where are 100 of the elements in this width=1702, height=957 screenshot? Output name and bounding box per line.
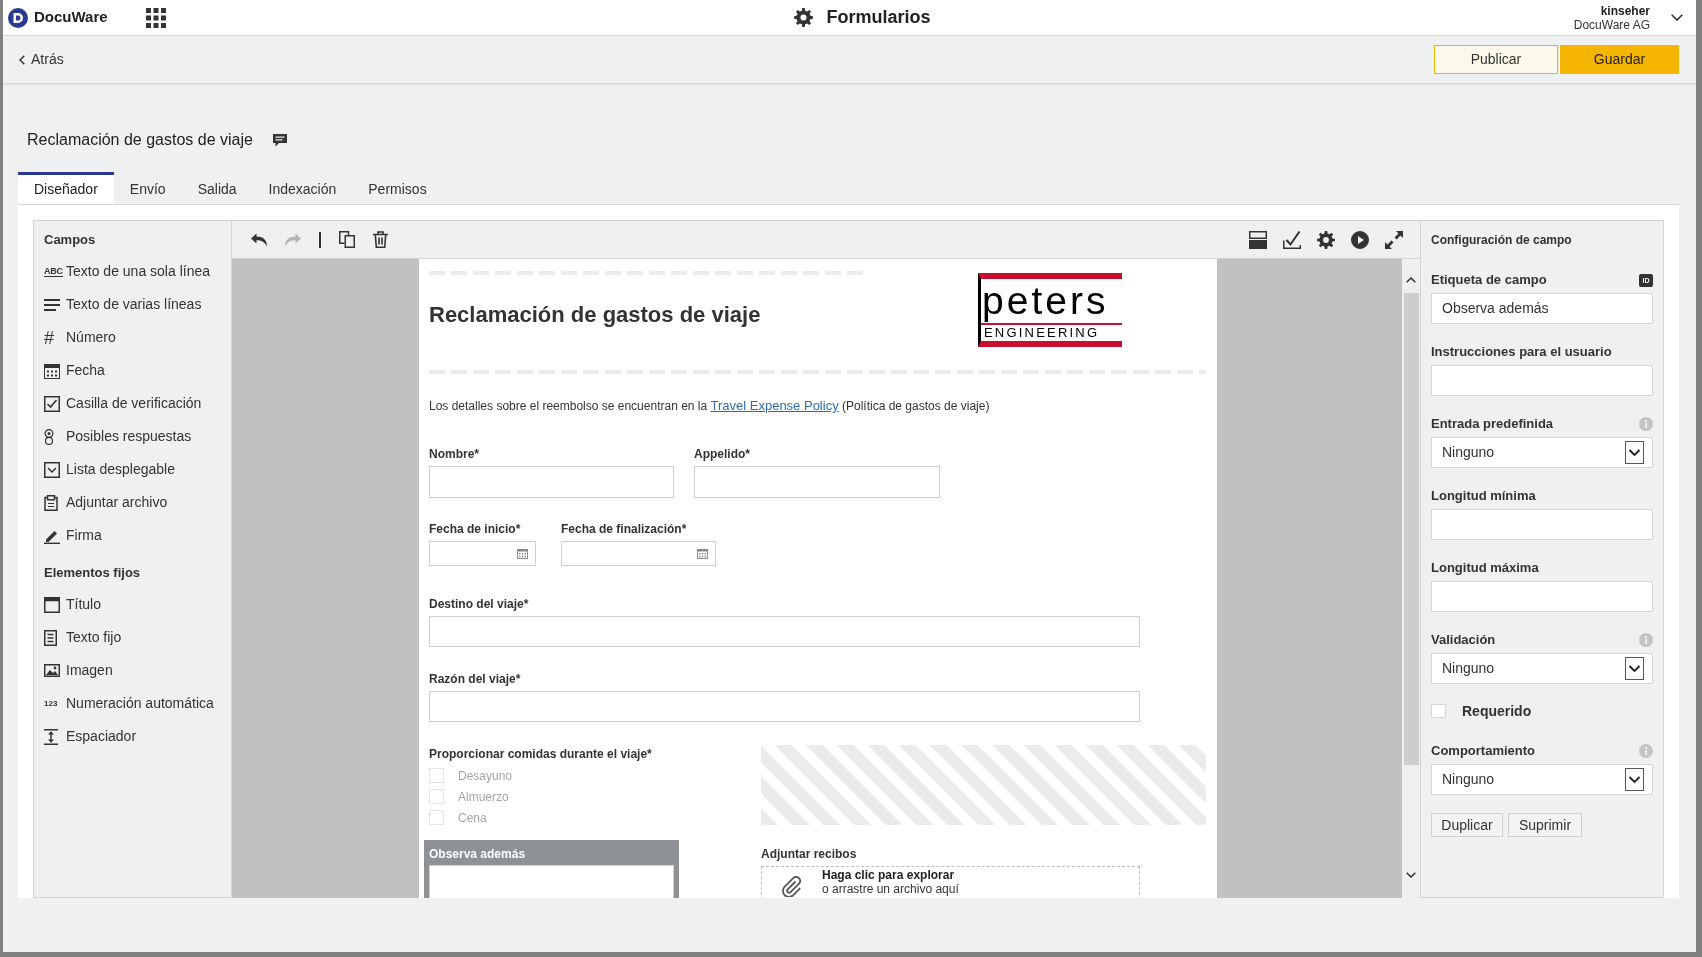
dropdown-chevron-icon — [1625, 768, 1644, 791]
dropdown[interactable]: Ninguno — [1431, 653, 1653, 684]
field-label: Proporcionar comidas durante el viaje* — [429, 746, 653, 762]
sidebar-item[interactable]: Espaciador — [44, 720, 231, 753]
layout-icon[interactable] — [1249, 230, 1267, 249]
dropdown[interactable]: Ninguno — [1431, 764, 1653, 795]
hash-icon: # — [44, 329, 54, 346]
tab[interactable]: Diseñador — [18, 172, 114, 204]
tab[interactable]: Indexación — [252, 172, 353, 204]
scrollbar-thumb[interactable] — [1403, 293, 1419, 765]
image-icon — [44, 664, 60, 677]
tab[interactable]: Permisos — [352, 172, 443, 204]
field-label: Adjuntar recibos — [761, 846, 858, 862]
section-heading: Campos — [44, 232, 97, 248]
sidebar-item[interactable]: Texto de varias líneas — [44, 288, 231, 321]
user-name: kinseher — [1600, 3, 1650, 18]
expand-icon[interactable] — [1385, 230, 1403, 249]
dropdown-icon — [44, 461, 60, 478]
info-icon[interactable] — [1639, 633, 1653, 647]
field-label: Fecha de inicio* — [429, 521, 522, 537]
delete-button[interactable]: Suprimir — [1508, 813, 1582, 837]
settings-icon — [794, 8, 814, 27]
sidebar-item[interactable]: ABC Texto de una sola línea — [44, 255, 231, 288]
text-input[interactable] — [1431, 509, 1653, 540]
dropdown-chevron-icon — [1625, 441, 1644, 464]
sidebar-item[interactable]: Imagen — [44, 654, 231, 687]
upload-hint: o arrastre un archivo aquí — [822, 882, 959, 896]
clipboard-icon — [44, 494, 58, 511]
sidebar-item[interactable]: Fecha — [44, 354, 231, 387]
field-label: Observa además — [429, 846, 527, 862]
checkbox[interactable] — [429, 810, 444, 825]
save-button[interactable]: Guardar — [1560, 45, 1679, 74]
checkbox[interactable] — [429, 768, 444, 783]
title-box-icon — [44, 596, 60, 613]
panel-title: Configuración de campo — [1431, 232, 1573, 248]
chevron-down-icon[interactable] — [1406, 872, 1416, 878]
setting-label: Comportamiento — [1431, 743, 1535, 759]
text-input[interactable]: Observa además — [1431, 293, 1653, 324]
logo-wordmark: peters — [981, 279, 1110, 323]
info-icon[interactable] — [1639, 417, 1653, 431]
intro-text: Los detalles sobre el reembolso se encuentran en la Travel Expense Policy (Política de gastos de viaje) — [429, 398, 991, 414]
text-input[interactable] — [429, 616, 1140, 647]
checkbox-label: Desayuno — [458, 767, 513, 784]
sidebar-item[interactable]: Casilla de verificación — [44, 387, 231, 420]
form-title: Reclamación de gastos de viaje — [429, 301, 762, 329]
dropdown[interactable]: Ninguno — [1431, 437, 1653, 468]
checkbox[interactable] — [1431, 704, 1446, 718]
checkbox-label: Requerido — [1462, 703, 1532, 719]
lines-icon — [44, 298, 60, 311]
organization-name: DocuWare AG — [1573, 17, 1650, 32]
text-input[interactable] — [429, 466, 674, 498]
info-icon[interactable] — [1639, 744, 1653, 758]
setting-label: Longitud máxima — [1431, 560, 1539, 576]
check-box-icon[interactable] — [1283, 230, 1301, 249]
logo-tagline: ENGINEERING — [981, 323, 1122, 341]
logo-icon — [8, 7, 28, 28]
sidebar-item[interactable]: Texto fijo — [44, 621, 231, 654]
duplicate-button[interactable]: Duplicar — [1431, 813, 1503, 837]
sidebar-item[interactable]: 123 Numeración automática — [44, 687, 231, 720]
checkbox[interactable] — [429, 789, 444, 804]
checkbox-icon — [44, 395, 60, 412]
tab[interactable]: Envío — [113, 172, 182, 204]
sidebar-item[interactable]: Adjuntar archivo — [44, 486, 231, 519]
app-grid-icon[interactable] — [145, 7, 166, 28]
date-input[interactable] — [429, 541, 536, 566]
copy-icon[interactable] — [338, 231, 355, 248]
comment-icon[interactable] — [272, 133, 287, 147]
policy-link[interactable]: Travel Expense Policy — [710, 398, 839, 413]
setting-label: Longitud mínima — [1431, 488, 1536, 504]
sidebar-item[interactable]: Posibles respuestas — [44, 420, 231, 453]
calendar-icon[interactable] — [517, 548, 528, 559]
field-label: Fecha de finalización* — [561, 521, 688, 537]
file-drop-zone[interactable]: Haga clic para explorar o arrastre un archivo aquí — [761, 866, 1140, 898]
text-input[interactable] — [694, 466, 940, 498]
sidebar-item[interactable]: Lista desplegable — [44, 453, 231, 486]
settings-icon[interactable] — [1317, 230, 1335, 249]
calendar-icon[interactable] — [697, 548, 708, 559]
chevron-down-icon[interactable] — [1671, 14, 1683, 21]
text-input[interactable] — [429, 691, 1140, 722]
date-input[interactable] — [561, 541, 716, 566]
trash-icon[interactable] — [372, 231, 388, 248]
upload-prompt: Haga clic para explorar — [822, 868, 956, 882]
text-input[interactable] — [1431, 581, 1653, 612]
chevron-left-icon — [19, 54, 25, 65]
text-input[interactable] — [1431, 365, 1653, 396]
play-icon[interactable] — [1351, 230, 1369, 249]
checkbox-label: Cena — [458, 809, 487, 826]
spacer-icon — [44, 728, 58, 745]
undo-icon[interactable] — [251, 232, 267, 247]
publish-button[interactable]: Publicar — [1434, 45, 1558, 74]
textarea-field[interactable] — [429, 865, 674, 898]
sidebar-item[interactable]: Firma — [44, 519, 231, 552]
sidebar-item[interactable]: # Número — [44, 321, 231, 354]
brand-name: DocuWare — [34, 7, 108, 28]
radio-options-icon — [44, 428, 54, 445]
numbers-icon: 123 — [44, 698, 58, 709]
back-link[interactable]: Atrás — [19, 49, 64, 70]
tab[interactable]: Salida — [181, 172, 253, 204]
chevron-up-icon[interactable] — [1406, 277, 1416, 283]
sidebar-item[interactable]: Título — [44, 588, 231, 621]
